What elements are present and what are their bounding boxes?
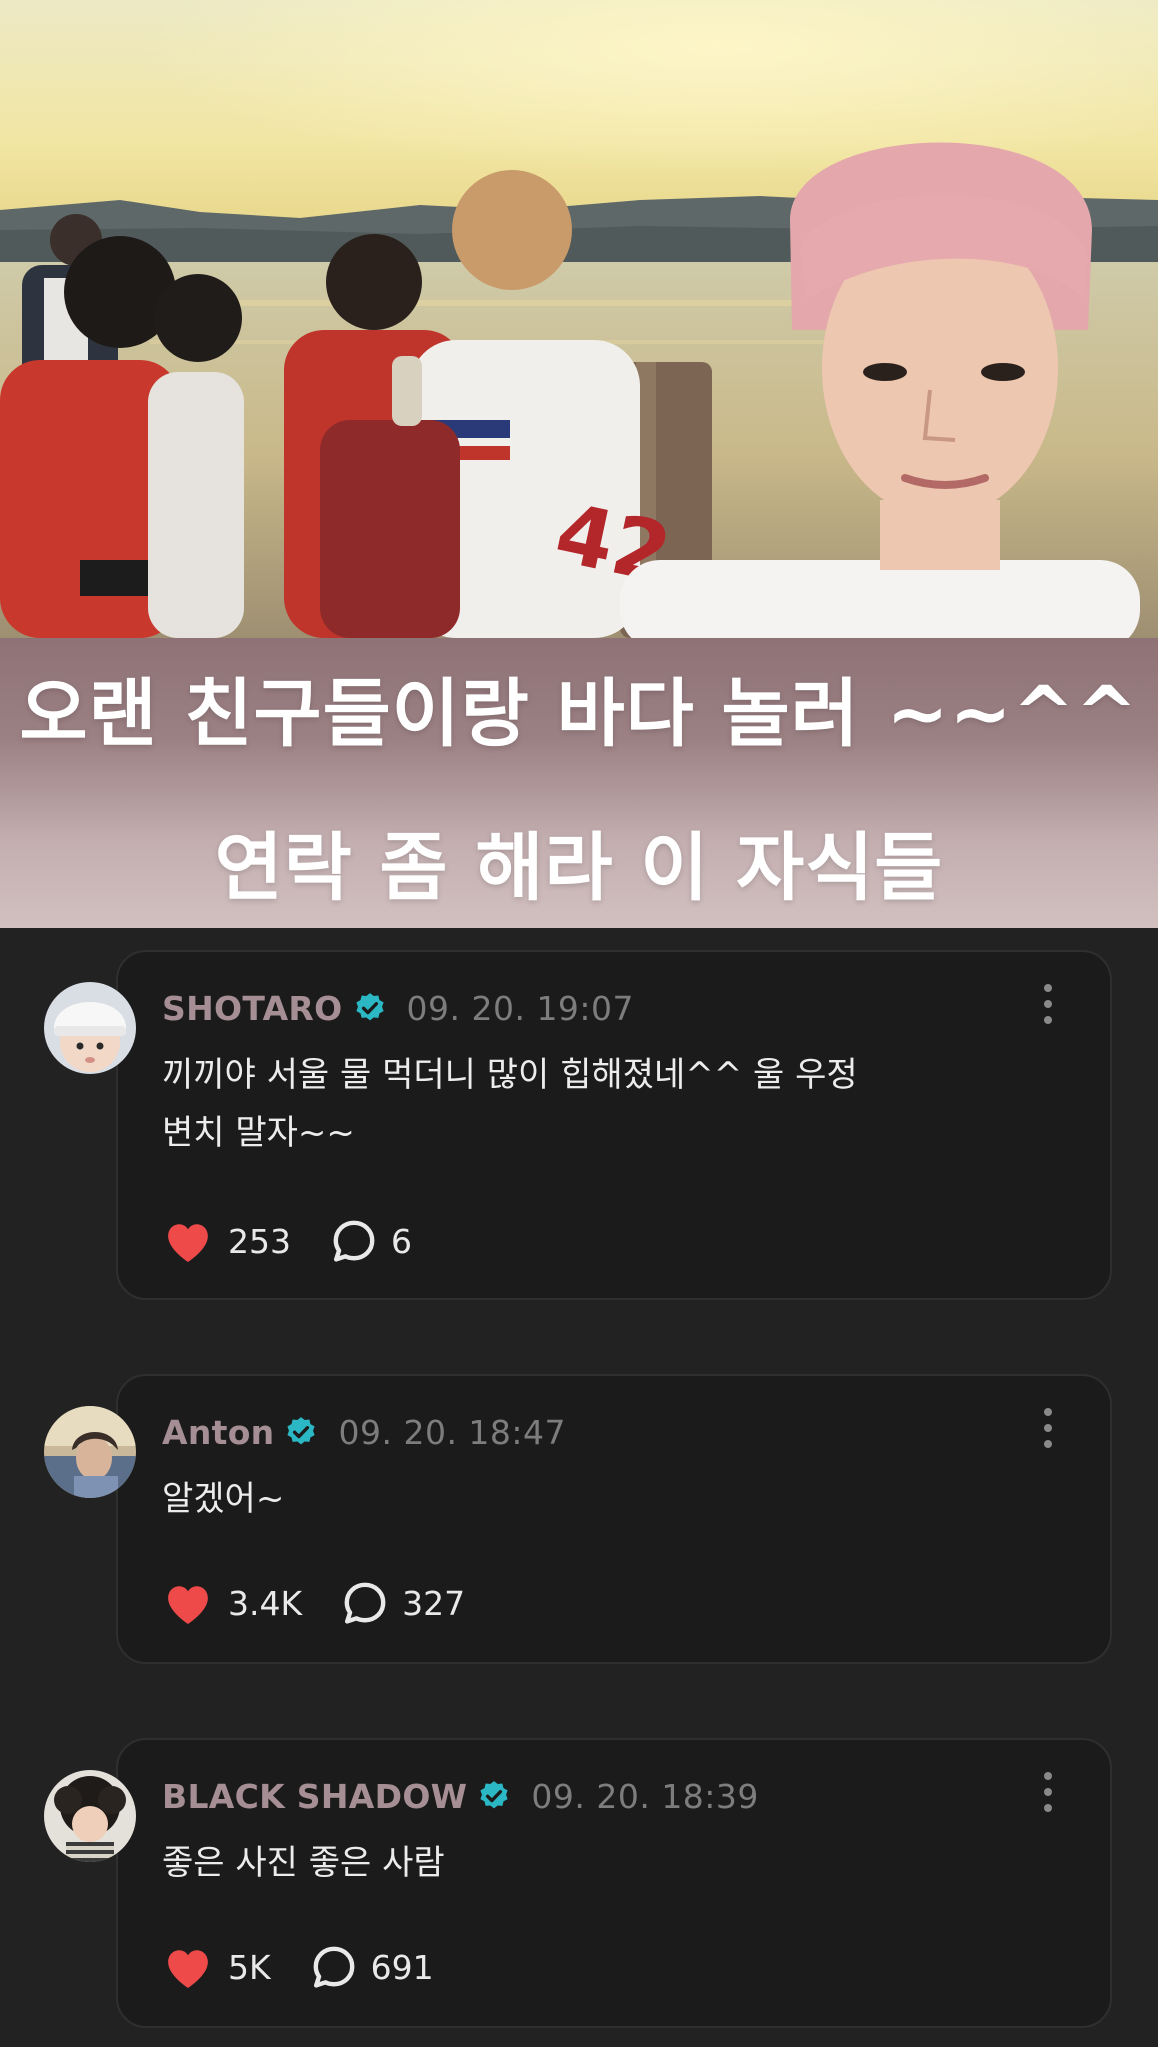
verified-badge-icon: [355, 993, 384, 1021]
comment-text: 알겠어~: [162, 1479, 285, 1519]
comment-text: 좋은 사진 좋은 사람: [162, 1843, 445, 1883]
comment-header: Anton 09. 20. 18:47: [162, 1412, 566, 1452]
comment-stats: 5K 691: [162, 1942, 434, 1992]
avatar[interactable]: [44, 1770, 136, 1862]
more-vertical-icon[interactable]: [1042, 1408, 1054, 1448]
post-photo[interactable]: 42: [0, 0, 1158, 638]
like-button[interactable]: 5K: [162, 1944, 271, 1990]
reply-count: 691: [370, 1947, 434, 1987]
avatar-image: [44, 1770, 136, 1862]
reply-count: 327: [402, 1583, 466, 1623]
avatar-image: [44, 982, 136, 1074]
reply-button[interactable]: 6: [331, 1218, 412, 1264]
comment-username[interactable]: SHOTARO: [162, 989, 343, 1028]
verified-badge-icon: [480, 1781, 508, 1809]
comment-header: BLACK SHADOW 09. 20. 18:39: [162, 1776, 759, 1816]
reply-button[interactable]: 327: [342, 1580, 465, 1626]
comment-stats: 3.4K 327: [162, 1578, 465, 1628]
comment-header: SHOTARO 09. 20. 19:07: [162, 988, 634, 1028]
comment-timestamp: 09. 20. 18:39: [531, 1776, 759, 1816]
heart-icon: [168, 1950, 208, 1988]
more-vertical-icon[interactable]: [1042, 984, 1054, 1024]
heart-icon: [168, 1586, 208, 1624]
verified-badge-icon: [287, 1417, 316, 1445]
comment-timestamp: 09. 20. 19:07: [406, 988, 635, 1028]
comment-bubble-icon: [313, 1946, 355, 1988]
comment-card[interactable]: BLACK SHADOW 09. 20. 18:39 좋은 사진 좋은 사람 5…: [116, 1738, 1112, 2028]
comment-username[interactable]: BLACK SHADOW: [162, 1777, 467, 1816]
like-button[interactable]: 3.4K: [162, 1580, 302, 1626]
comment-stats: 253 6: [162, 1216, 412, 1266]
more-vertical-icon[interactable]: [1042, 1772, 1054, 1812]
reply-button[interactable]: 691: [311, 1944, 434, 1990]
comment-text: 끼끼야 서울 물 먹더니 많이 힙해졌네^^ 울 우정 변치 말자~~: [162, 1055, 858, 1153]
like-count: 3.4K: [228, 1583, 303, 1623]
avatar-image: [44, 1406, 136, 1498]
reply-count: 6: [391, 1221, 412, 1261]
comment-bubble-icon: [344, 1582, 386, 1624]
photo-illustration: 42: [0, 0, 1158, 638]
post-caption-line-1: 오랜 친구들이랑 바다 놀러 ~~^^: [19, 671, 1139, 757]
avatar[interactable]: [44, 1406, 136, 1498]
like-count: 253: [228, 1221, 291, 1261]
like-button[interactable]: 253: [162, 1218, 291, 1264]
post-caption-line-2: 연락 좀 해라 이 자식들: [214, 825, 944, 911]
comment-timestamp: 09. 20. 18:47: [338, 1412, 567, 1452]
comment-bubble-icon: [333, 1220, 375, 1262]
like-count: 5K: [228, 1947, 271, 1987]
comment-card[interactable]: Anton 09. 20. 18:47 알겠어~ 3.4K 327: [116, 1374, 1112, 1664]
comment-username[interactable]: Anton: [162, 1413, 274, 1452]
heart-icon: [168, 1224, 208, 1262]
avatar[interactable]: [44, 982, 136, 1074]
comment-card[interactable]: SHOTARO 09. 20. 19:07 끼끼야 서울 물 먹더니 많이 힙해…: [116, 950, 1112, 1300]
